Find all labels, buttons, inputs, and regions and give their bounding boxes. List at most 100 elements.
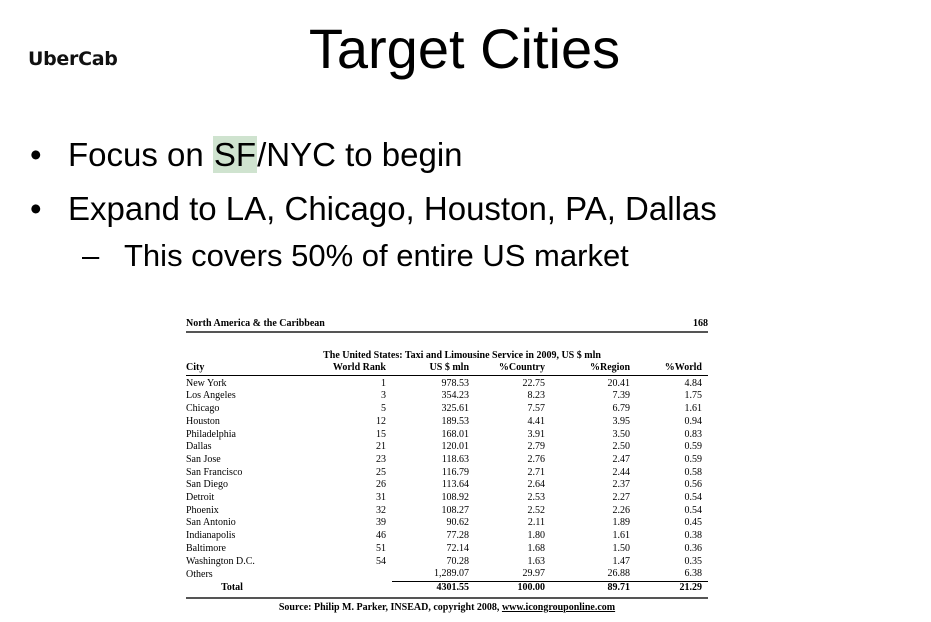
col-header-rank: World Rank — [278, 362, 392, 376]
cell-rank — [278, 568, 392, 581]
cell-region: 1.47 — [612, 555, 631, 567]
cell-world: 0.58 — [684, 466, 703, 478]
cell-city: Baltimore — [186, 542, 226, 554]
bullet-glyph: • — [30, 136, 42, 173]
cell-rank: 32 — [376, 504, 386, 516]
cell-city: Chicago — [186, 403, 220, 415]
cell-usd: 354.23 — [441, 390, 470, 402]
table-row: Houston 12 189.53 4.41 3.95 0.94 — [186, 416, 708, 429]
cell-world: 1.61 — [684, 403, 703, 415]
cell-country: 1.80 — [527, 530, 546, 542]
table-row: San Jose 23 118.63 2.76 2.47 0.59 — [186, 454, 708, 467]
cell-usd: 116.79 — [441, 466, 469, 478]
cell-region: 1.61 — [612, 530, 631, 542]
cell-region: 7.39 — [612, 390, 631, 402]
cell-world: 0.83 — [684, 428, 703, 440]
cell-country: 1.68 — [527, 542, 546, 554]
cell-world: 0.56 — [684, 479, 703, 491]
cell-usd: 77.28 — [446, 530, 470, 542]
cell-usd: 72.14 — [446, 542, 470, 554]
cell-country: 7.57 — [527, 403, 546, 415]
sub-bullet-dash: – — [82, 238, 100, 273]
cell-rank: 46 — [376, 530, 386, 542]
cell-city: Phoenix — [186, 504, 219, 516]
cell-city: Houston — [186, 415, 220, 427]
table-bottom-rule — [186, 596, 708, 599]
bullet-glyph: • — [30, 190, 42, 227]
cell-city: Philadelphia — [186, 428, 236, 440]
bullet-focus-suffix: /NYC to begin — [257, 136, 463, 173]
cell-country: 2.53 — [527, 492, 546, 504]
table-doc-region: North America & the Caribbean — [186, 318, 325, 329]
bullet-expand-text: Expand to LA, Chicago, Houston, PA, Dall… — [68, 190, 717, 227]
cell-country: 3.91 — [527, 428, 546, 440]
total-cell-usd: 4301.55 — [436, 581, 470, 593]
cell-world: 0.94 — [684, 415, 703, 427]
cell-usd: 168.01 — [441, 428, 470, 440]
cell-world: 0.59 — [684, 453, 703, 465]
total-cell-region: 89.71 — [607, 581, 631, 593]
cell-world: 0.54 — [684, 504, 703, 516]
cell-usd: 70.28 — [446, 555, 470, 567]
bullet-expand: • Expand to LA, Chicago, Houston, PA, Dal… — [30, 189, 717, 229]
cell-city: San Francisco — [186, 466, 243, 478]
cell-rank: 39 — [376, 517, 386, 529]
table-row: San Diego 26 113.64 2.64 2.37 0.56 — [186, 479, 708, 492]
cell-country: 8.23 — [527, 390, 546, 402]
cell-world: 0.36 — [684, 542, 703, 554]
col-header-region: %Region — [545, 362, 630, 376]
cell-rank: 51 — [376, 542, 386, 554]
cell-country: 2.76 — [527, 453, 546, 465]
cell-usd: 978.53 — [441, 377, 470, 389]
slide-title: Target Cities — [0, 14, 931, 84]
cell-rank: 12 — [376, 415, 386, 427]
sub-bullet-text: This covers 50% of entire US market — [124, 238, 629, 273]
total-cell-rank — [278, 581, 392, 594]
cell-rank: 26 — [376, 479, 386, 491]
cell-region: 1.89 — [612, 517, 631, 529]
cell-region: 2.47 — [612, 453, 631, 465]
highlighted-sf: SF — [212, 136, 258, 173]
taxi-market-table-image: North America & the Caribbean 168 The Un… — [186, 318, 708, 613]
slide-title-text: Target Cities — [308, 17, 621, 80]
cell-city: San Antonio — [186, 517, 236, 529]
cell-country: 2.52 — [527, 504, 546, 516]
table-title: The United States: Taxi and Limousine Se… — [323, 350, 601, 361]
cell-region: 3.50 — [612, 428, 631, 440]
cell-city: San Diego — [186, 479, 228, 491]
bullet-focus: • Focus on SF/NYC to begin — [30, 135, 463, 175]
table-row: San Antonio 39 90.62 2.11 1.89 0.45 — [186, 517, 708, 530]
source-link[interactable]: www.icongrouponline.com — [502, 602, 615, 613]
cell-usd: 113.64 — [441, 479, 469, 491]
source-text: Source: Philip M. Parker, INSEAD, copyri… — [278, 601, 502, 613]
table-row: San Francisco 25 116.79 2.71 2.44 0.58 — [186, 467, 708, 480]
table-row: Washington D.C. 54 70.28 1.63 1.47 0.35 — [186, 556, 708, 569]
cell-rank: 15 — [376, 428, 386, 440]
col-header-city: City — [186, 362, 278, 376]
sub-bullet-market: – This covers 50% of entire US market — [82, 236, 629, 276]
table-row: Dallas 21 120.01 2.79 2.50 0.59 — [186, 441, 708, 454]
total-cell-country: 100.00 — [517, 581, 546, 593]
table-row: Detroit 31 108.92 2.53 2.27 0.54 — [186, 492, 708, 505]
table-row: Phoenix 32 108.27 2.52 2.26 0.54 — [186, 505, 708, 518]
cell-country: 22.75 — [522, 377, 546, 389]
cell-usd: 90.62 — [446, 517, 470, 529]
cell-country: 4.41 — [527, 415, 546, 427]
table-row: New York 1 978.53 22.75 20.41 4.84 — [186, 375, 708, 390]
cell-world: 0.38 — [684, 530, 703, 542]
cell-world: 4.84 — [684, 377, 703, 389]
taxi-market-table: City World Rank US $ mln %Country %Regio… — [186, 362, 708, 595]
cell-world: 0.45 — [684, 517, 703, 529]
cell-country: 29.97 — [469, 568, 545, 582]
cell-city: Others — [186, 568, 213, 580]
cell-world: 0.54 — [684, 492, 703, 504]
cell-rank: 1 — [381, 377, 386, 389]
cell-country: 2.71 — [527, 466, 546, 478]
cell-region: 26.88 — [545, 568, 630, 582]
cell-usd: 1,289.07 — [392, 568, 469, 582]
cell-country: 2.79 — [527, 441, 546, 453]
cell-city: Los Angeles — [186, 390, 236, 402]
cell-usd: 108.92 — [441, 492, 470, 504]
bullet-focus-prefix: Focus on — [68, 136, 213, 173]
cell-rank: 25 — [376, 466, 386, 478]
